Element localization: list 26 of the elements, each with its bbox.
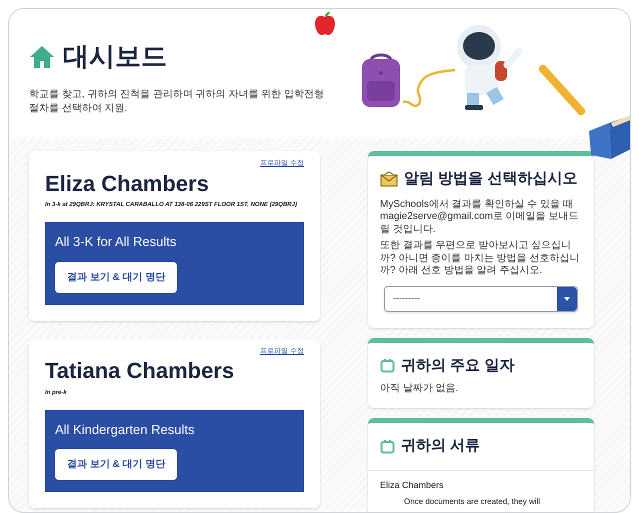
card-title: 귀하의 주요 일자 (401, 356, 514, 376)
backpack-drawing (359, 51, 403, 109)
empty-message: 아직 날짜가 없음. (380, 382, 460, 396)
card-title: 알림 방법을 선택하십시오 (404, 169, 578, 189)
student-name: Tatiana Chambers (45, 357, 236, 384)
view-results-button[interactable]: 결과 보기 & 대기 명단 (55, 262, 178, 292)
calendar-icon (380, 358, 395, 374)
calendar-icon (380, 438, 395, 454)
select-value: --------- (392, 292, 421, 305)
page-title: 대시보드 (63, 40, 167, 73)
student-name: Eliza Chambers (379, 478, 445, 492)
card-title: 귀하의 서류 (401, 436, 480, 456)
apple-icon (313, 11, 337, 37)
ruler-drawing (539, 65, 585, 115)
method-select[interactable]: --------- (384, 286, 578, 312)
notification-text: 또한 결과를 우편으로 받아보시고 싶으십니까? 아니면 종이를 마치는 방법을 선호하십니까? 아래 선호 방법을 알려 주십시오. (380, 240, 580, 278)
envelope-icon (380, 171, 398, 188)
notification-text: MySchools에서 결과를 확인하실 수 있을 때 magie2serve@gmail.com로 이메일을 보내드릴 것입니다. (380, 198, 580, 236)
house-icon (29, 44, 55, 68)
documents-message: Once documents are created, they will (403, 496, 542, 508)
student-name: Eliza Chambers (45, 170, 210, 197)
page-description: 학교를 찾고, 귀하의 진척을 관리하며 귀하의 자녀를 위한 입학전형 절차를 선택하여 지원. (29, 88, 326, 116)
results-title: All Kindergarten Results (55, 420, 196, 439)
view-results-button[interactable]: 결과 보기 & 대기 명단 (55, 449, 178, 480)
caret-icon (564, 296, 570, 300)
results-title: All 3-K for All Results (55, 233, 178, 251)
